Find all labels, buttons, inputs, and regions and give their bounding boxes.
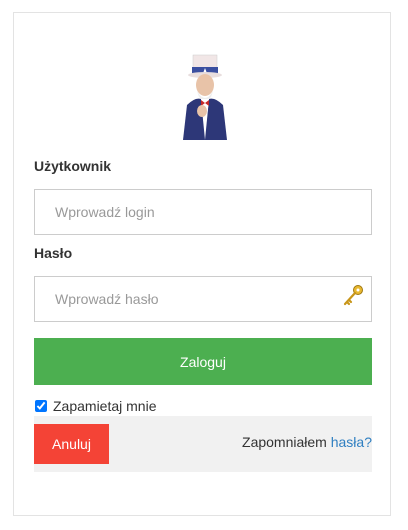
key-icon <box>343 285 363 306</box>
cancel-button[interactable]: Anuluj <box>34 424 109 464</box>
username-input[interactable] <box>34 189 372 235</box>
form-footer: Anuluj Zapomniałem hasła? <box>34 416 372 472</box>
remember-label: Zapamietaj mnie <box>53 398 157 414</box>
username-label: Użytkownik <box>34 158 112 174</box>
avatar-image <box>183 54 227 140</box>
forgot-password: Zapomniałem hasła? <box>242 434 372 450</box>
remember-checkbox[interactable] <box>35 400 47 412</box>
login-button[interactable]: Zaloguj <box>34 338 372 385</box>
remember-me[interactable]: Zapamietaj mnie <box>34 398 157 414</box>
forgot-password-link[interactable]: hasła? <box>331 434 372 450</box>
password-label: Hasło <box>34 245 73 261</box>
password-input[interactable] <box>34 276 372 322</box>
forgot-text: Zapomniałem <box>242 434 327 450</box>
